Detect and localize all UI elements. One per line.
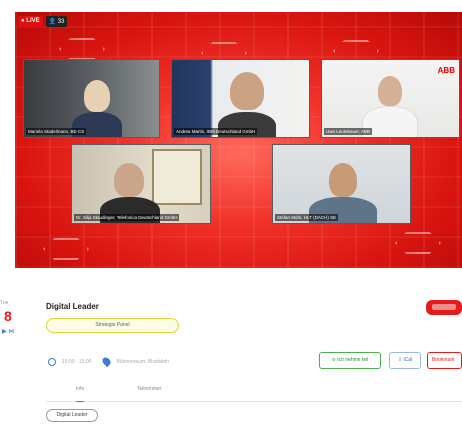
event-location[interactable]: Bühnenraum: Bluebbdn <box>116 359 169 365</box>
participant-tile[interactable]: Mariela Stadelmann, BE-CS <box>23 59 160 138</box>
wall-picture <box>152 149 202 205</box>
ical-label: iCal <box>403 357 413 363</box>
tag-chip[interactable]: Digital Leader <box>46 409 98 422</box>
tab-participants[interactable]: Teilnehmer <box>137 386 161 392</box>
viewer-count-badge: 👤 33 <box>45 16 68 27</box>
participant-head <box>114 163 144 197</box>
event-meta-row: 15:00 - 15:00 Bühnenraum: Bluebbdn <box>48 355 169 368</box>
participant-name: Mariela Stadelmann, BE-CS <box>26 128 87 135</box>
clock-icon <box>48 357 56 366</box>
video-stage: ● LIVE 👤 33 Mariela Stadelmann, BE-CS An… <box>15 12 462 268</box>
viewer-count: 33 <box>57 19 65 25</box>
participant-name: Uwe Leutebauer, ABB <box>324 128 373 135</box>
event-day-label: Tue <box>0 300 9 306</box>
location-pin-icon <box>101 355 113 368</box>
attend-button[interactable]: ⊙ Ich nehme teil <box>319 352 381 369</box>
participant-head <box>84 80 110 112</box>
participant-head <box>378 76 402 106</box>
remove-button[interactable]: Bookmark <box>427 352 462 369</box>
abb-logo: ABB <box>437 66 455 75</box>
participant-name: Dr. Silja Staudinger, Telefonica Deutsch… <box>74 214 180 221</box>
calendar-link-icon[interactable]: ▶ ⋈ <box>2 328 14 335</box>
bookmark-toggle[interactable] <box>426 300 462 315</box>
participant-tile[interactable]: Stefan Mohr, HLT (DACH) SE <box>272 144 411 224</box>
tab-info[interactable]: Info <box>76 386 85 402</box>
participant-head <box>230 72 264 110</box>
live-badge: ● LIVE <box>18 16 43 27</box>
participant-tile[interactable]: ABB Uwe Leutebauer, ABB <box>321 59 460 138</box>
participant-tile[interactable]: Andrea Martin, IBM Deutschland GmbH <box>171 59 310 138</box>
participant-name: Stefan Mohr, HLT (DACH) SE <box>275 214 339 221</box>
participant-name: Andrea Martin, IBM Deutschland GmbH <box>174 128 258 135</box>
toggle-knob <box>432 304 456 310</box>
app-frame: ● LIVE 👤 33 Mariela Stadelmann, BE-CS An… <box>0 0 462 427</box>
event-time: 15:00 - 15:00 <box>62 358 92 365</box>
attend-label: Ich nehme teil <box>337 357 369 363</box>
participant-head <box>329 163 357 197</box>
stream-status-bar: ● LIVE 👤 33 <box>18 16 68 27</box>
event-tabs: Info Teilnehmer <box>46 382 462 402</box>
category-button[interactable]: Strategie Panel <box>46 318 179 333</box>
participant-tile[interactable]: Dr. Silja Staudinger, Telefonica Deutsch… <box>71 144 211 224</box>
ical-button[interactable]: ⇩ iCal <box>389 352 421 369</box>
event-day-number: 8 <box>4 308 12 324</box>
event-title: Digital Leader <box>46 302 99 311</box>
